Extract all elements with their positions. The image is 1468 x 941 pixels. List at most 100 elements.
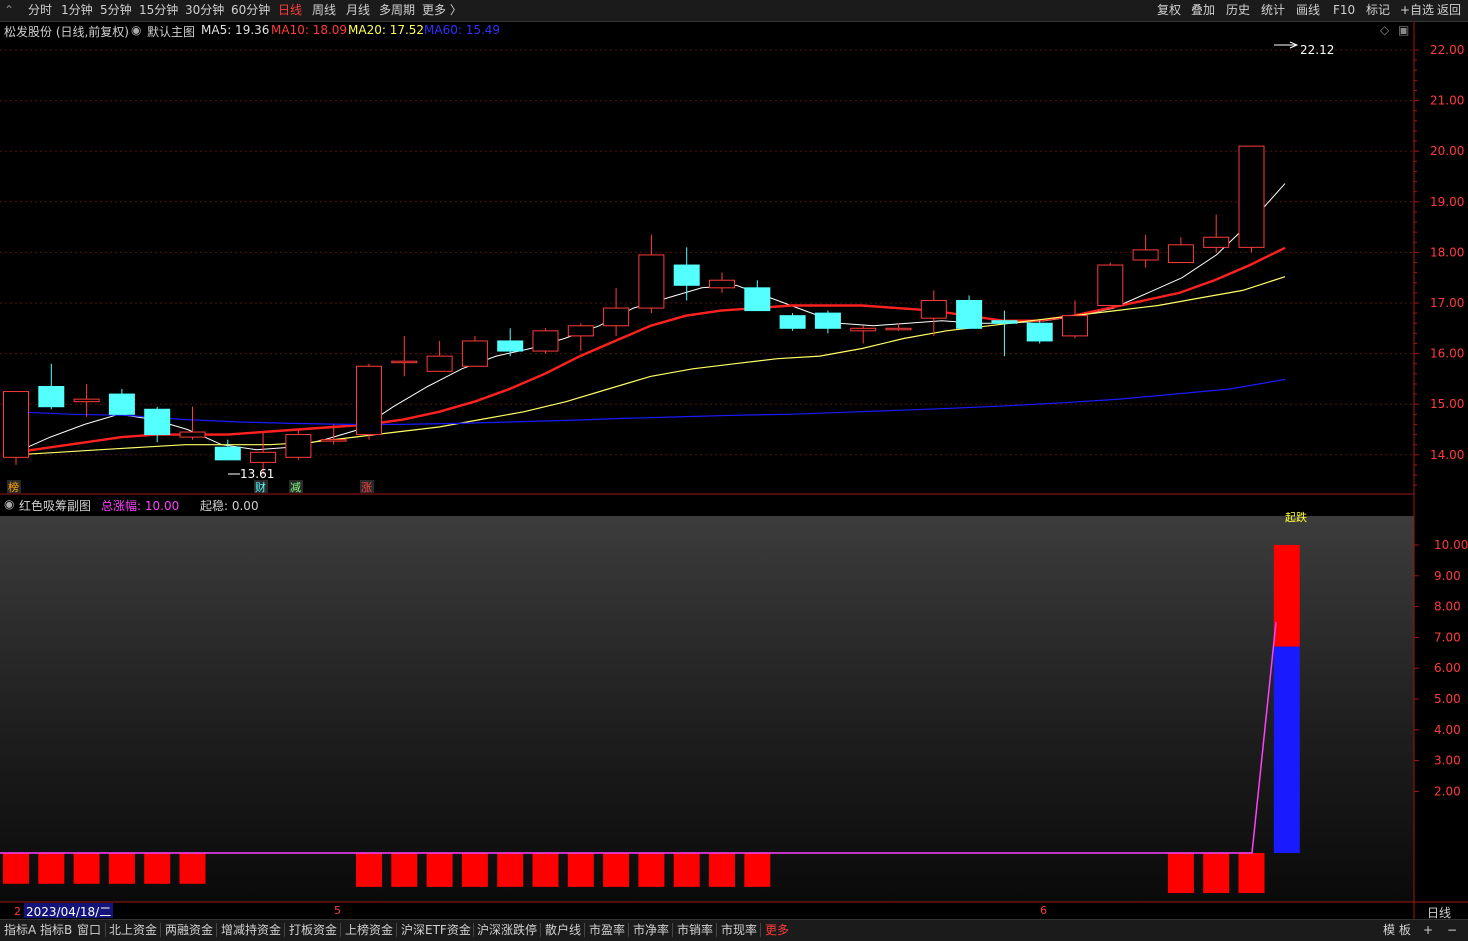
y-tick-label: 22.00 [1430,43,1464,57]
tab-more[interactable]: 更多 [765,922,789,938]
zoom-in-button[interactable]: + [1423,922,1433,938]
zoom-out-button[interactable]: − [1447,922,1457,938]
red-bar [1203,853,1230,894]
cursor-date-label: 2023/04/18/二 [24,903,114,919]
candle-body [497,340,524,352]
candle-body [638,254,665,309]
candle [3,391,29,465]
candle-body [356,365,382,436]
chart-canvas[interactable]: 22.0021.0020.0019.0018.0017.0016.0015.00… [0,0,1468,919]
y-tick-label: 6.00 [1434,661,1461,675]
tab-indicator[interactable]: 散户线 [545,922,581,938]
y-tick-label: 18.00 [1430,245,1464,259]
candle [1167,237,1194,264]
red-bar [3,853,29,884]
sub-value-axis: 10.00 9.00 8.00 7.00 6.00 5.00 4.00 3.00 2.00 [1414,538,1468,798]
y-tick-label: 14.00 [1430,448,1464,462]
red-bar [356,853,382,887]
tab-indicator[interactable]: 市销率 [677,922,713,938]
candle-body [814,312,841,329]
tab-indicator[interactable]: 指标B [40,922,72,938]
candle [567,323,594,352]
y-tick-label: 20.00 [1430,144,1464,158]
candle-body [709,279,735,289]
candle [144,406,171,443]
tab-indicator[interactable]: 北上资金 [109,922,157,938]
candle [1203,214,1230,253]
candle [779,313,806,331]
y-tick-label: 16.00 [1430,347,1464,361]
month-tick: 5 [334,904,341,917]
red-bar [709,853,735,887]
y-tick-label: 3.00 [1434,754,1461,768]
candle-body [461,340,488,367]
y-tick-label: 17.00 [1430,296,1464,310]
candle [920,290,947,336]
y-tick-label: 19.00 [1430,195,1464,209]
tab-indicator[interactable]: 市盈率 [589,922,625,938]
candle-body [391,360,418,364]
candle-body [144,408,171,436]
candle [285,429,312,460]
tab-indicator[interactable]: 打板资金 [289,922,337,938]
red-bar [1238,853,1265,894]
red-bar [603,853,630,887]
candle-body [250,451,277,463]
candle-body [426,355,453,372]
tab-separator [340,923,341,937]
tab-indicator[interactable]: 市净率 [633,922,669,938]
red-bar [567,853,594,887]
tab-indicator[interactable]: 市现率 [721,922,757,938]
candle [108,389,135,415]
red-bar [179,853,206,884]
candle [73,383,100,417]
candle [1026,320,1053,344]
candle [391,335,418,377]
tab-separator [540,923,541,937]
tab-separator [473,923,474,937]
tab-separator [628,923,629,937]
tab-indicator[interactable]: 增减持资金 [221,922,281,938]
tab-indicator[interactable]: 指标A [4,922,36,938]
bar-tag: 起跌 [1285,510,1307,524]
candle [497,328,524,357]
candle [1132,234,1159,268]
candle-body [1238,145,1265,248]
candle [179,406,206,440]
ma-line-ma5 [15,183,1286,453]
candle [956,295,983,329]
red-bar [144,853,171,884]
ma-line-ma60 [15,378,1286,425]
y-tick-label: 4.00 [1434,723,1461,737]
red-bar [73,853,100,884]
tab-separator [105,923,106,937]
low-price-label: 13.61 [240,467,274,481]
tab-indicator[interactable]: 沪深涨跌停 [477,922,537,938]
template-button[interactable]: 模 板 [1383,922,1411,938]
red-bar [497,853,524,887]
x-axis-start-tick: 2 [14,905,21,918]
candle-body [1203,236,1230,248]
candle-body [567,325,594,337]
red-bar [461,853,488,887]
candle [356,363,382,440]
candle-body [1132,249,1159,261]
tab-window[interactable]: 窗口 [77,922,101,938]
candle [1062,300,1088,339]
candle [709,272,735,293]
candle [214,439,241,461]
tab-separator [760,923,761,937]
tab-indicator[interactable]: 两融资金 [165,922,213,938]
candle [673,247,700,301]
candle-body [956,299,983,329]
y-tick-label: 15.00 [1430,397,1464,411]
candle-body [38,385,65,408]
red-bar [38,853,65,884]
high-price-label: 22.12 [1300,43,1334,57]
tab-separator [584,923,585,937]
y-tick-label: 7.00 [1434,630,1461,644]
main-grid [0,49,1414,456]
candle-body [532,330,559,352]
tab-indicator[interactable]: 沪深ETF资金 [401,922,471,938]
tab-indicator[interactable]: 上榜资金 [345,922,393,938]
